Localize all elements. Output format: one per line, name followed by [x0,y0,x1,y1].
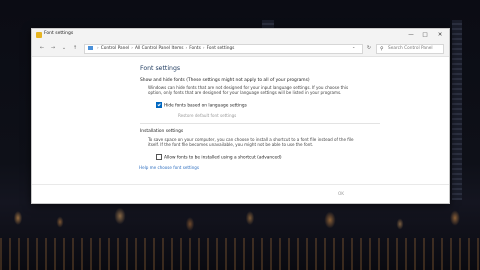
breadcrumb-separator-icon: › [202,46,205,51]
checkbox-unchecked-icon[interactable] [156,153,162,160]
window-title: Font settings [44,31,74,36]
breadcrumb-separator-icon: › [185,46,188,51]
hide-fonts-checkbox[interactable]: Hide fonts based on language settings [156,101,247,109]
up-icon[interactable]: ↑ [71,44,79,52]
show-hide-description: Windows can hide fonts that are not desi… [148,85,349,96]
close-button[interactable]: ✕ [433,30,447,40]
refresh-icon[interactable]: ↻ [365,44,373,52]
ok-button[interactable]: OK [332,190,350,198]
control-panel-icon [88,45,93,50]
footer-divider [32,184,449,185]
search-input[interactable]: Search Control Panel [388,45,433,53]
font-settings-icon [36,32,42,38]
breadcrumb-separator-icon: › [131,46,133,51]
main-content: Font settings Show and hide fonts (These… [32,57,449,203]
search-box[interactable]: ⚲ Search Control Panel [376,44,444,54]
page-title: Font settings [140,65,181,72]
tower-decoration [452,20,462,200]
city-skyline [0,198,480,238]
forward-icon[interactable]: → [49,44,57,52]
title-bar: Font settings — □ ✕ [32,29,449,41]
recent-locations-icon[interactable]: ⌄ [60,44,68,52]
installation-description: To save space on your computer, you can … [148,137,354,148]
back-icon[interactable]: ← [38,44,46,52]
breadcrumb-fonts[interactable]: Fonts [189,46,201,51]
minimize-button[interactable]: — [404,30,418,40]
search-icon: ⚲ [380,46,384,52]
city-lights [0,238,480,270]
section-divider [140,123,380,124]
restore-defaults-button[interactable]: Restore default font settings [178,113,236,118]
hide-fonts-label: Hide fonts based on language settings [164,103,247,109]
font-settings-window: Font settings — □ ✕ ← → ⌄ ↑ › Control Pan… [31,28,450,204]
breadcrumb-control-panel[interactable]: Control Panel [101,46,130,51]
show-hide-heading: Show and hide fonts (These settings migh… [140,78,310,83]
shortcut-install-checkbox[interactable]: Allow fonts to be installed using a shor… [156,153,282,161]
shortcut-install-label: Allow fonts to be installed using a shor… [164,155,282,161]
address-dropdown-icon[interactable]: ⌄ [352,44,355,49]
breadcrumb-font-settings[interactable]: Font settings [207,46,235,51]
checkbox-checked-icon[interactable] [156,101,162,108]
breadcrumb-separator-icon: › [97,46,99,51]
installation-heading: Installation settings [140,129,184,134]
maximize-button[interactable]: □ [418,30,432,40]
help-link[interactable]: Help me choose font settings [139,165,199,170]
breadcrumb-all-items[interactable]: All Control Panel Items [135,46,184,51]
navigation-bar: ← → ⌄ ↑ › Control Panel › All Control Panel… [32,41,449,57]
address-bar[interactable]: › Control Panel › All Control Panel Items › F… [84,44,363,54]
